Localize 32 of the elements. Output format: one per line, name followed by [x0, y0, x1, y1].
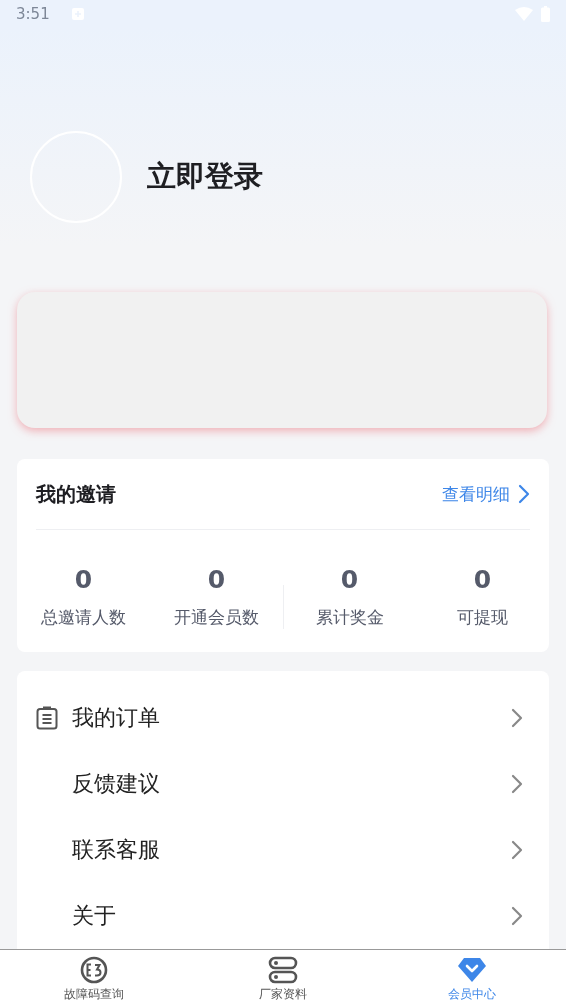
nav-tab[interactable]: 故障码查询	[0, 950, 189, 1008]
nav-label: 故障码查询	[64, 985, 125, 1003]
e3-badge-icon	[80, 955, 109, 984]
chevron-right-icon	[518, 484, 530, 505]
chevron-right-icon	[511, 774, 523, 795]
stat-label: 总邀请人数	[41, 606, 126, 630]
stat-value: 0	[74, 565, 93, 595]
stat-value: 0	[473, 565, 492, 595]
view-details-link[interactable]: 查看明细	[442, 482, 530, 506]
nav-label: 会员中心	[447, 985, 496, 1003]
menu-item[interactable]: 联系客服	[17, 817, 549, 884]
nav-tab[interactable]: 会员中心	[377, 950, 566, 1008]
nav-tab[interactable]: 厂家资料	[188, 950, 378, 1008]
menu-item[interactable]: 我的订单	[17, 685, 549, 752]
stat-label: 开通会员数	[174, 606, 259, 630]
status-time: 3:51	[16, 4, 50, 23]
nav-label: 厂家资料	[259, 985, 307, 1003]
stat-label: 累计奖金	[315, 606, 384, 630]
chevron-right-icon	[511, 906, 523, 927]
stat-value: 0	[340, 565, 359, 595]
toggle-stack-icon	[268, 955, 298, 984]
chevron-right-icon	[511, 840, 523, 861]
chevron-right-icon	[511, 708, 523, 729]
clipboard-icon	[36, 706, 58, 731]
login-link[interactable]: 立即登录	[147, 156, 263, 197]
banner-card[interactable]	[17, 292, 547, 429]
diamond-icon	[456, 955, 487, 984]
menu-item[interactable]: 关于	[17, 883, 549, 950]
stat-label: 可提现	[457, 606, 508, 630]
invite-title: 我的邀请	[36, 480, 116, 508]
stat-value: 0	[207, 565, 226, 595]
menu-item[interactable]: 反馈建议	[17, 751, 549, 818]
